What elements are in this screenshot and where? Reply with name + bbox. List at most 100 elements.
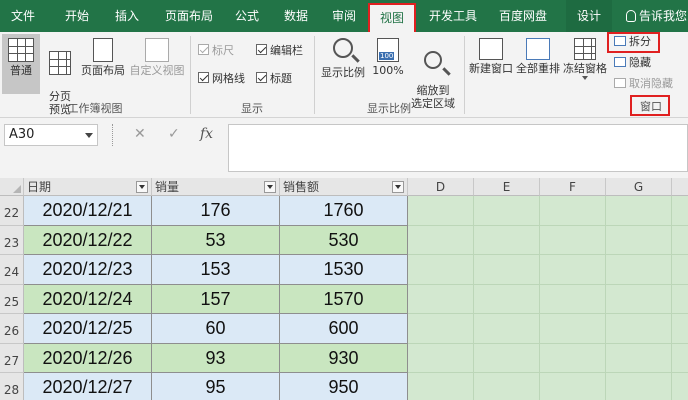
tab-design[interactable]: 设计: [566, 0, 612, 32]
empty-cell[interactable]: [408, 196, 474, 226]
row-header[interactable]: 23: [0, 225, 24, 255]
zoom-to-selection-button[interactable]: 缩放到 选定区域: [408, 34, 458, 110]
column-header-b[interactable]: 销量: [152, 178, 280, 196]
name-box[interactable]: A30: [4, 124, 98, 146]
formula-bar-checkbox[interactable]: 编辑栏: [256, 42, 303, 58]
empty-cell[interactable]: [672, 285, 688, 314]
gridlines-checkbox[interactable]: 网格线: [198, 70, 245, 86]
empty-cell[interactable]: [408, 314, 474, 344]
tab-view[interactable]: 视图: [368, 3, 416, 32]
empty-cell[interactable]: [606, 314, 672, 344]
empty-cell[interactable]: [606, 225, 672, 255]
row-header[interactable]: 22: [0, 196, 24, 226]
column-header-partial[interactable]: [672, 178, 688, 196]
empty-cell[interactable]: [474, 196, 540, 226]
quantity-cell[interactable]: 93: [152, 343, 280, 373]
unhide-button[interactable]: 取消隐藏: [614, 76, 673, 92]
tab-insert[interactable]: 插入: [106, 0, 148, 32]
empty-cell[interactable]: [408, 225, 474, 255]
empty-cell[interactable]: [474, 284, 540, 314]
date-cell[interactable]: 2020/12/22: [24, 225, 152, 255]
empty-cell[interactable]: [474, 255, 540, 285]
column-header-d[interactable]: D: [408, 178, 474, 196]
formula-input[interactable]: [228, 124, 688, 172]
tab-baidu-netdisk[interactable]: 百度网盘: [492, 0, 554, 32]
quantity-cell[interactable]: 153: [152, 255, 280, 285]
tab-home[interactable]: 开始: [54, 0, 100, 32]
empty-cell[interactable]: [540, 255, 606, 285]
filter-dropdown-icon[interactable]: [392, 181, 404, 193]
normal-view-button[interactable]: 普通: [2, 34, 40, 94]
amount-cell[interactable]: 950: [280, 373, 408, 400]
empty-cell[interactable]: [408, 373, 474, 400]
tab-developer[interactable]: 开发工具: [422, 0, 484, 32]
row-header[interactable]: 27: [0, 343, 24, 373]
column-header-c[interactable]: 销售额: [280, 178, 408, 196]
page-break-preview-button[interactable]: 分页 预览: [42, 34, 78, 116]
column-header-g[interactable]: G: [606, 178, 672, 196]
amount-cell[interactable]: 930: [280, 343, 408, 373]
date-cell[interactable]: 2020/12/26: [24, 343, 152, 373]
zoom-button[interactable]: 显示比例: [318, 34, 368, 94]
zoom-100-button[interactable]: 100 100%: [370, 34, 406, 94]
quantity-cell[interactable]: 53: [152, 225, 280, 255]
amount-cell[interactable]: 1530: [280, 255, 408, 285]
empty-cell[interactable]: [540, 314, 606, 344]
date-cell[interactable]: 2020/12/24: [24, 284, 152, 314]
tab-page-layout[interactable]: 页面布局: [156, 0, 222, 32]
tab-data[interactable]: 数据: [276, 0, 316, 32]
custom-views-button[interactable]: 自定义视图: [128, 34, 186, 94]
empty-cell[interactable]: [408, 343, 474, 373]
quantity-cell[interactable]: 157: [152, 284, 280, 314]
row-header[interactable]: 28: [0, 373, 24, 400]
row-header[interactable]: 25: [0, 284, 24, 314]
empty-cell[interactable]: [540, 373, 606, 400]
empty-cell[interactable]: [540, 343, 606, 373]
empty-cell[interactable]: [606, 284, 672, 314]
empty-cell[interactable]: [672, 255, 688, 285]
tab-formulas[interactable]: 公式: [228, 0, 266, 32]
empty-cell[interactable]: [540, 284, 606, 314]
quantity-cell[interactable]: 60: [152, 314, 280, 344]
empty-cell[interactable]: [540, 196, 606, 226]
empty-cell[interactable]: [474, 373, 540, 400]
empty-cell[interactable]: [540, 225, 606, 255]
empty-cell[interactable]: [606, 196, 672, 226]
empty-cell[interactable]: [408, 284, 474, 314]
quantity-cell[interactable]: 95: [152, 373, 280, 400]
row-header[interactable]: 24: [0, 255, 24, 285]
quantity-cell[interactable]: 176: [152, 196, 280, 226]
freeze-panes-button[interactable]: 冻结窗格: [562, 34, 608, 94]
date-cell[interactable]: 2020/12/21: [24, 196, 152, 226]
filter-dropdown-icon[interactable]: [264, 181, 276, 193]
empty-cell[interactable]: [474, 314, 540, 344]
chevron-down-icon[interactable]: [85, 133, 93, 138]
empty-cell[interactable]: [672, 344, 688, 373]
column-header-f[interactable]: F: [540, 178, 606, 196]
row-header[interactable]: 26: [0, 314, 24, 344]
tab-review[interactable]: 审阅: [324, 0, 364, 32]
amount-cell[interactable]: 1570: [280, 284, 408, 314]
date-cell[interactable]: 2020/12/23: [24, 255, 152, 285]
column-header-e[interactable]: E: [474, 178, 540, 196]
insert-function-icon[interactable]: fx: [200, 126, 213, 142]
empty-cell[interactable]: [606, 255, 672, 285]
enter-icon[interactable]: ✓: [168, 126, 180, 142]
empty-cell[interactable]: [474, 343, 540, 373]
empty-cell[interactable]: [474, 225, 540, 255]
amount-cell[interactable]: 600: [280, 314, 408, 344]
empty-cell[interactable]: [606, 343, 672, 373]
empty-cell[interactable]: [672, 196, 688, 226]
select-all-corner[interactable]: [0, 178, 24, 196]
new-window-button[interactable]: 新建窗口: [468, 34, 514, 94]
cancel-icon[interactable]: ✕: [134, 126, 146, 142]
headings-checkbox[interactable]: 标题: [256, 70, 292, 86]
date-cell[interactable]: 2020/12/27: [24, 373, 152, 400]
tell-me-box[interactable]: 告诉我您: [626, 0, 687, 32]
page-layout-view-button[interactable]: 页面布局: [80, 34, 126, 94]
amount-cell[interactable]: 530: [280, 225, 408, 255]
tab-file[interactable]: 文件: [0, 0, 46, 32]
empty-cell[interactable]: [672, 373, 688, 400]
amount-cell[interactable]: 1760: [280, 196, 408, 226]
empty-cell[interactable]: [606, 373, 672, 400]
